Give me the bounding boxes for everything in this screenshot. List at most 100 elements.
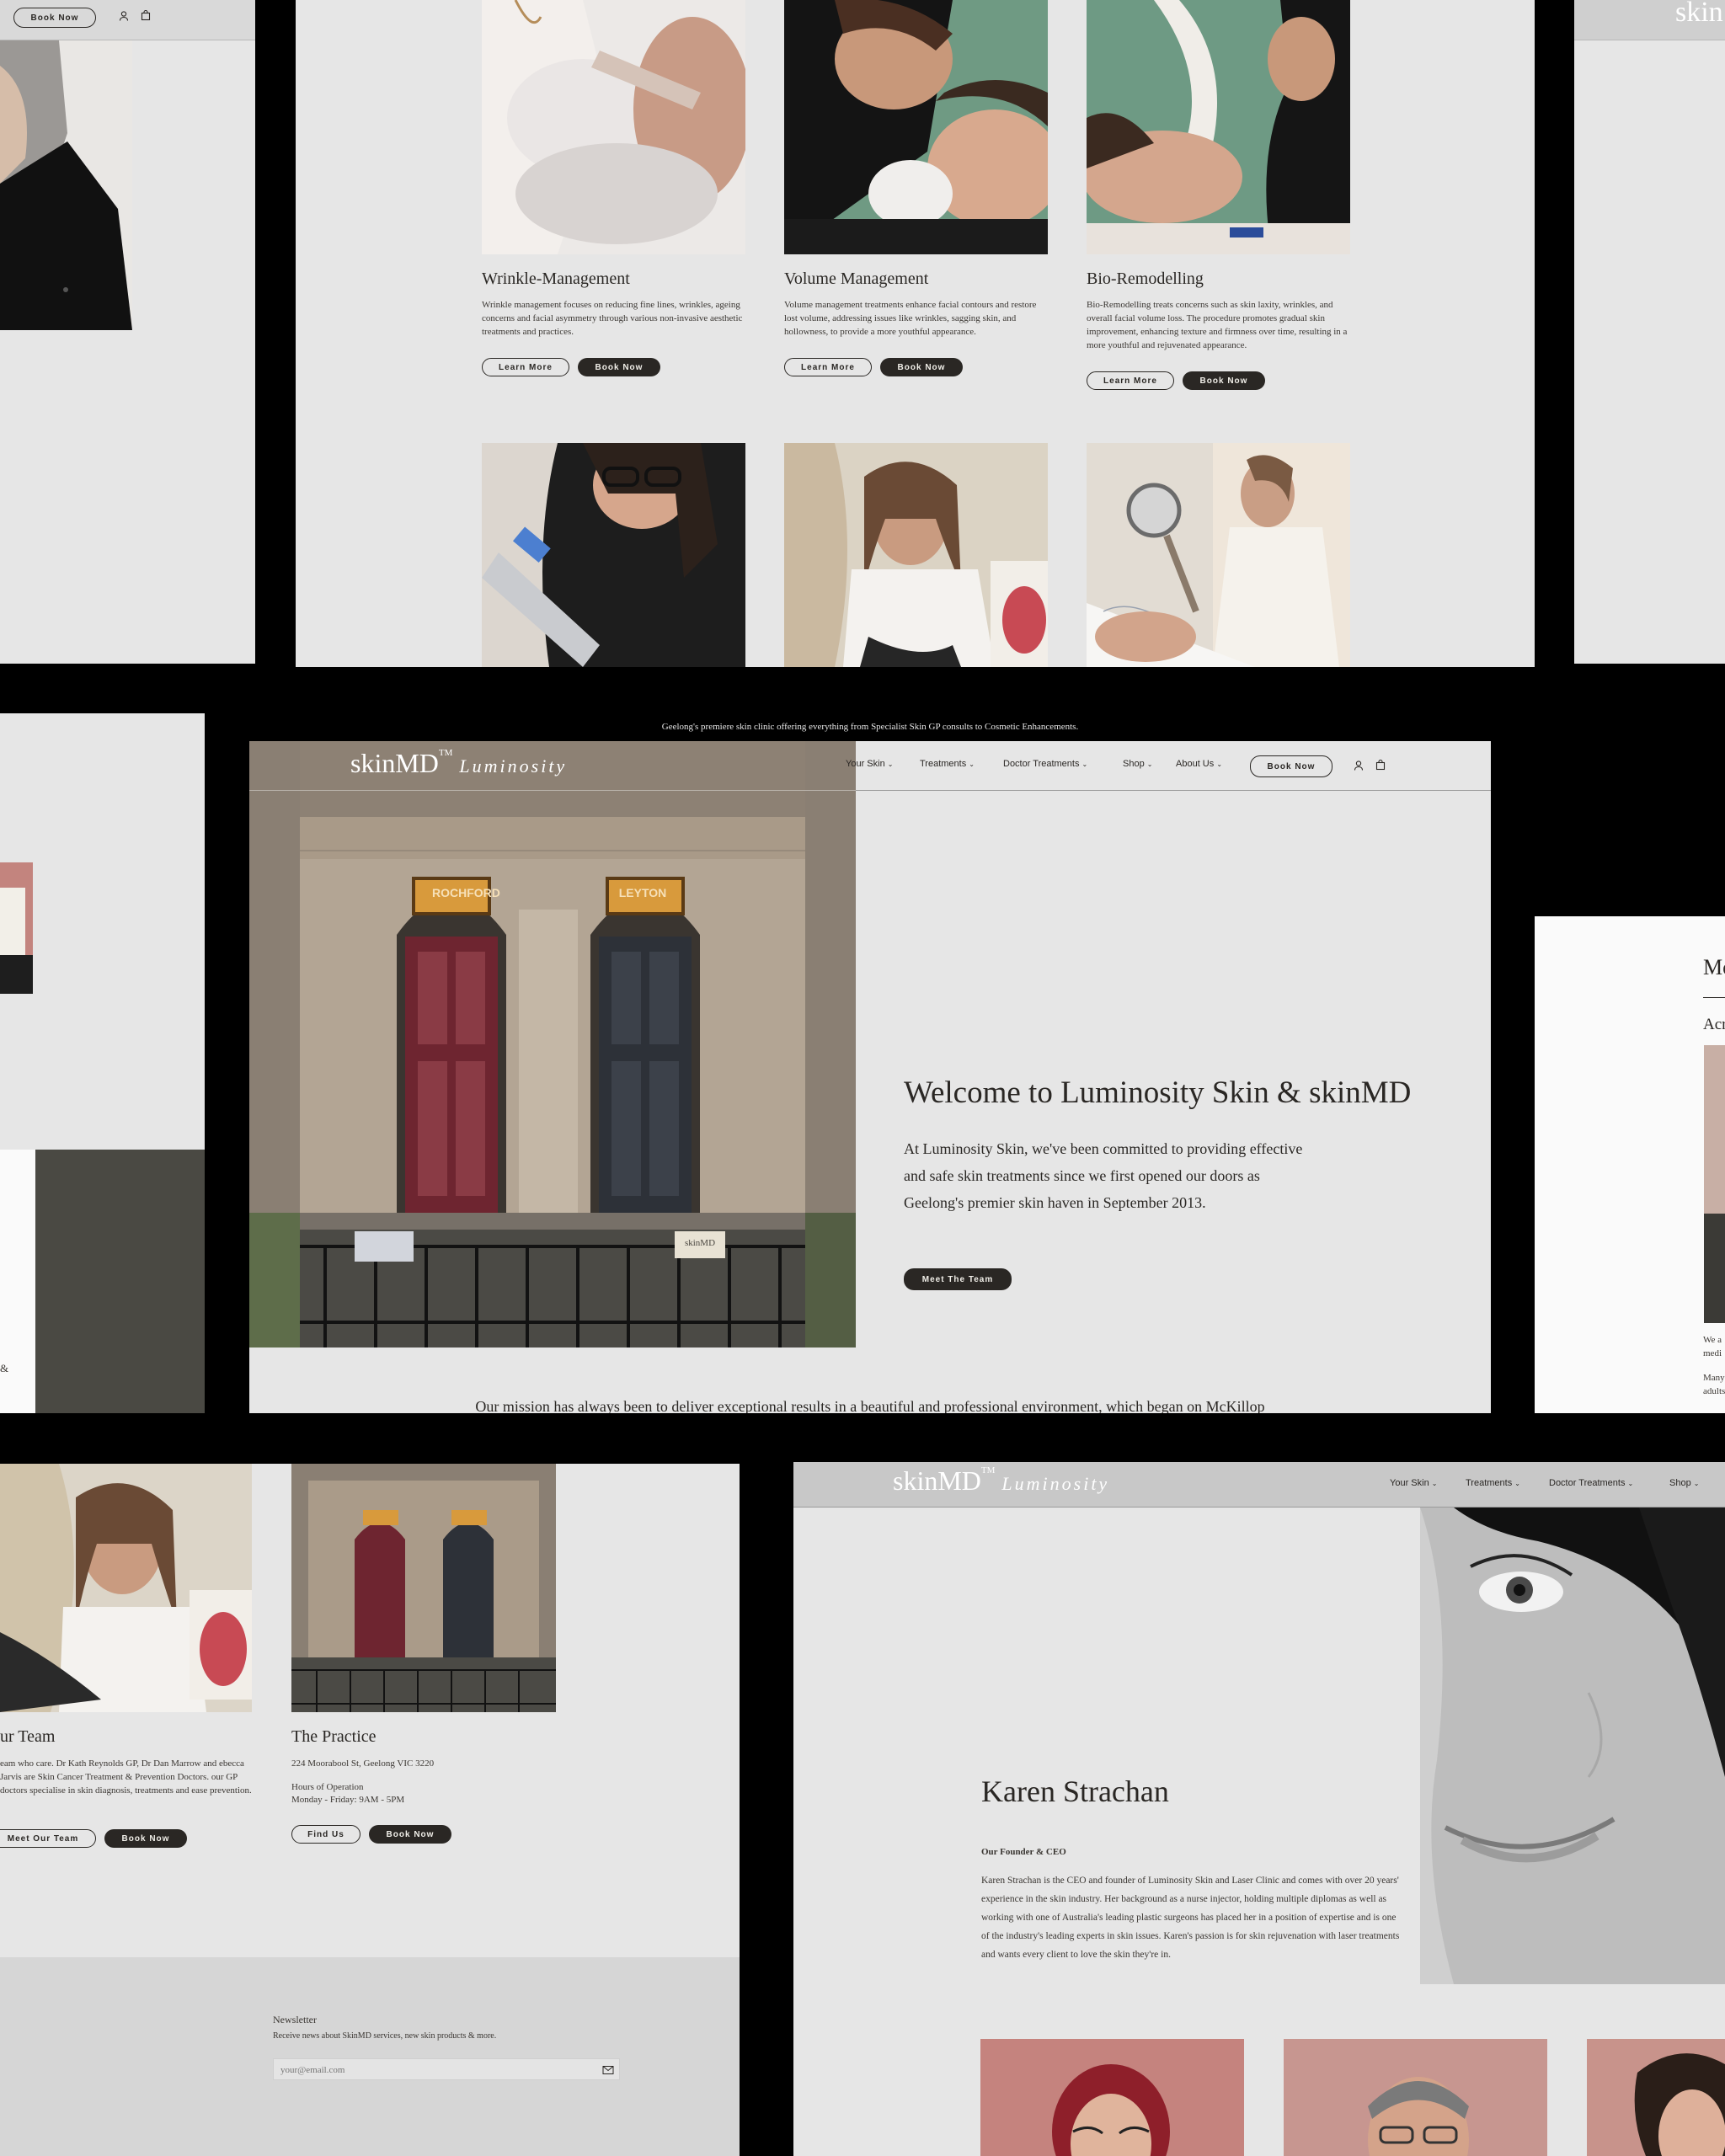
meet-the-team-button[interactable]: Meet The Team	[904, 1268, 1012, 1290]
building-plaque: skinMD	[684, 1238, 716, 1248]
newsletter-description: Receive news about SkinMD services, new …	[273, 2031, 497, 2041]
practice-building-image	[249, 741, 856, 1348]
contact-panel: ur Team eam who care. Dr Kath Reynolds G…	[0, 1464, 740, 2156]
card-title-bio-remodelling: Bio-Remodelling	[1087, 270, 1204, 288]
team-member-photo	[1284, 2039, 1547, 2156]
nav-label: Treatments	[920, 759, 967, 769]
nav-label: Doctor Treatments	[1003, 759, 1080, 769]
team-description: eam who care. Dr Kath Reynolds GP, Dr Da…	[0, 1758, 252, 1796]
text-fragment: We a medi	[1703, 1335, 1722, 1358]
email-input[interactable]	[279, 2062, 594, 2079]
practice-address: 224 Moorabool St, Geelong VIC 3220	[291, 1758, 435, 1769]
logo-wordmark: skinMD	[893, 1465, 981, 1496]
top-right-panel: skin	[1574, 0, 1725, 664]
book-now-button[interactable]: Book Now	[369, 1825, 451, 1844]
bio-remodelling-image	[1087, 0, 1350, 254]
nav-treatments[interactable]: Treatments ⌄	[920, 759, 975, 769]
find-us-button[interactable]: Find Us	[291, 1825, 360, 1844]
founder-panel: skinMDTM Luminosity Your Skin ⌄ Treatment…	[793, 1462, 1725, 2156]
injector-device-image	[482, 443, 745, 667]
treatments-panel: Wrinkle-Management Wrinkle management fo…	[296, 0, 1535, 667]
cart-icon[interactable]	[1375, 759, 1386, 771]
user-icon[interactable]	[118, 10, 130, 22]
chevron-down-icon: ⌄	[1514, 1480, 1520, 1487]
learn-more-button[interactable]: Learn More	[1087, 371, 1174, 390]
nav-treatments[interactable]: Treatments ⌄	[1466, 1478, 1520, 1488]
wrinkle-management-image	[482, 0, 745, 254]
learn-more-button[interactable]: Learn More	[784, 358, 872, 376]
founder-portrait	[1420, 1508, 1725, 1984]
portrait-fragment	[1704, 1045, 1725, 1323]
nav-shop[interactable]: Shop ⌄	[1123, 759, 1152, 769]
logo-wordmark: skinMD	[350, 748, 439, 778]
newsletter-title: Newsletter	[273, 2014, 317, 2025]
nav-label: Treatments	[1466, 1478, 1513, 1488]
hours-label: Hours of Operation	[291, 1782, 364, 1792]
chevron-down-icon: ⌄	[1431, 1480, 1438, 1487]
nav-label: Your Skin	[1390, 1478, 1429, 1488]
book-now-button[interactable]: Book Now	[1183, 371, 1265, 390]
mail-icon[interactable]	[602, 2064, 614, 2074]
top-left-panel: Book Now	[0, 0, 255, 664]
logo-trademark: TM	[980, 1465, 996, 1476]
nav-your-skin[interactable]: Your Skin ⌄	[846, 759, 893, 769]
card-title-volume-management: Volume Management	[784, 270, 929, 288]
team-consult-image	[0, 1464, 252, 1712]
card-title-wrinkle-management: Wrinkle-Management	[482, 270, 630, 288]
nav-label: Shop	[1123, 759, 1145, 769]
nav-your-skin[interactable]: Your Skin ⌄	[1390, 1478, 1437, 1488]
door-sign-leyton: LEYTON	[618, 886, 667, 899]
site-logo: skin	[1675, 0, 1723, 28]
nav-label: Your Skin	[846, 759, 885, 769]
book-now-button[interactable]: Book Now	[880, 358, 963, 376]
cart-icon[interactable]	[140, 9, 152, 21]
text-fragment: &	[0, 1362, 9, 1374]
portrait-fragment	[0, 862, 33, 994]
nav-doctor-treatments[interactable]: Doctor Treatments ⌄	[1549, 1478, 1633, 1488]
announcement-bar: Geelong's premiere skin clinic offering …	[661, 722, 1079, 732]
book-now-button[interactable]: Book Now	[1250, 755, 1332, 777]
team-member-photo	[0, 40, 132, 330]
newsletter-email-field[interactable]	[273, 2058, 620, 2080]
team-title: ur Team	[0, 1727, 56, 1746]
logo-trademark: TM	[438, 748, 453, 758]
founder-role: Our Founder & CEO	[981, 1847, 1066, 1857]
nav-label: Doctor Treatments	[1549, 1478, 1626, 1488]
logo-script: Luminosity	[459, 755, 568, 776]
footer	[0, 1957, 740, 2156]
meet-our-team-button[interactable]: Meet Our Team	[0, 1829, 96, 1848]
site-logo[interactable]: skinMDTM Luminosity	[893, 1465, 1109, 1497]
nav-about-us[interactable]: About Us ⌄	[1176, 759, 1222, 769]
chevron-down-icon: ⌄	[887, 760, 894, 768]
chevron-down-icon: ⌄	[1627, 1480, 1634, 1487]
volume-management-image	[784, 0, 1048, 254]
book-now-button[interactable]: Book Now	[578, 358, 660, 376]
subheading-fragment: Acr	[1703, 1016, 1725, 1033]
nav-doctor-treatments[interactable]: Doctor Treatments ⌄	[1003, 759, 1087, 769]
section-heading-fragment: Mo	[1703, 955, 1725, 979]
nav-shop[interactable]: Shop ⌄	[1669, 1478, 1699, 1488]
chevron-down-icon: ⌄	[1146, 760, 1153, 768]
right-mid-panel: Mo Acr We a medi Many adults	[1535, 916, 1725, 1413]
olive-block	[35, 1150, 205, 1413]
book-now-button[interactable]: Book Now	[13, 8, 96, 28]
book-now-button[interactable]: Book Now	[104, 1829, 187, 1848]
text-fragment: Many adults	[1703, 1373, 1725, 1396]
homepage-panel: ROCHFORD LEYTON skinMD skinMDTMLuminosit…	[249, 741, 1491, 1413]
nav-label: Shop	[1669, 1478, 1691, 1488]
mission-text: Our mission has always been to deliver e…	[475, 1398, 1265, 1413]
hours-value: Monday - Friday: 9AM - 5PM	[291, 1795, 405, 1805]
door-sign-rochford: ROCHFORD	[432, 886, 500, 899]
heading-divider	[1703, 997, 1725, 998]
user-icon[interactable]	[1353, 760, 1365, 771]
site-logo[interactable]: skinMDTM Luminosity	[350, 748, 567, 779]
chevron-down-icon: ⌄	[969, 760, 975, 768]
learn-more-button[interactable]: Learn More	[482, 358, 569, 376]
practice-building-image	[291, 1464, 556, 1712]
chevron-down-icon: ⌄	[1081, 760, 1088, 768]
founder-name: Karen Strachan	[981, 1774, 1169, 1808]
card-desc-wrinkle-management: Wrinkle management focuses on reducing f…	[482, 300, 743, 337]
team-member-photo	[1587, 2039, 1725, 2156]
logo-script: Luminosity	[1001, 1473, 1110, 1494]
mirror-consult-image	[1087, 443, 1350, 667]
